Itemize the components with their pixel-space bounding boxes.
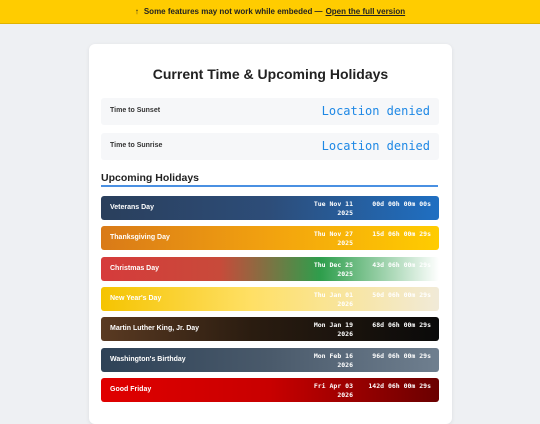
- holiday-row-good-friday: Good Friday Fri Apr 03 2026 142d 06h 00m …: [101, 378, 439, 402]
- holiday-name: New Year's Day: [110, 295, 162, 302]
- holiday-name: Thanksgiving Day: [110, 234, 170, 241]
- page-title: Current Time & Upcoming Holidays: [152, 66, 389, 82]
- sunrise-label: Time to Sunrise: [110, 142, 163, 149]
- holiday-countdown: 50d 06h 00m 29s: [372, 291, 431, 299]
- holiday-date: Tue Nov 11 2025: [313, 200, 353, 217]
- holiday-name: Christmas Day: [110, 265, 160, 272]
- holiday-name: Martin Luther King, Jr. Day: [110, 325, 200, 332]
- holiday-countdown: 00d 00h 00m 00s: [372, 200, 431, 208]
- holiday-countdown: 142d 06h 00m 29s: [368, 382, 431, 390]
- holiday-row-washingtons-birthday: Washington's Birthday Mon Feb 16 2026 96d…: [101, 348, 439, 372]
- holiday-countdown: 68d 06h 00m 29s: [372, 321, 431, 329]
- holiday-date: Thu Jan 01 2026: [313, 291, 353, 308]
- up-arrow-icon: ↑: [134, 7, 139, 16]
- sunrise-value: Location denied: [321, 139, 430, 153]
- holiday-countdown: 96d 06h 00m 29s: [372, 352, 431, 360]
- holidays-heading-underline: [101, 185, 438, 187]
- holiday-date: Mon Feb 16 2026: [313, 352, 353, 369]
- main-card: Current Time & Upcoming Holidays Time to…: [89, 44, 452, 424]
- sunset-label: Time to Sunset: [110, 107, 161, 114]
- holiday-countdown: 15d 06h 00m 29s: [372, 230, 431, 238]
- holiday-row-mlk-day: Martin Luther King, Jr. Day Mon Jan 19 20…: [101, 317, 439, 341]
- holiday-row-veterans-day: Veterans Day Tue Nov 11 2025 00d 00h 00m …: [101, 196, 439, 220]
- holiday-name: Veterans Day: [110, 204, 154, 211]
- holiday-date: Mon Jan 19 2026: [313, 321, 353, 338]
- holiday-row-new-years-day: New Year's Day Thu Jan 01 2026 50d 06h 00…: [101, 287, 439, 311]
- holiday-date: Thu Nov 27 2025: [313, 230, 353, 247]
- embed-warning-banner: ↑ Some features may not work while embed…: [0, 0, 540, 24]
- holiday-name: Good Friday: [110, 386, 152, 393]
- sunset-row: Time to Sunset Location denied: [101, 98, 439, 125]
- holiday-row-christmas-day: Christmas Day Thu Dec 25 2025 43d 06h 00m…: [101, 257, 439, 281]
- banner-message: Some features may not work while embeded…: [143, 7, 323, 16]
- holiday-name: Washington's Birthday: [110, 356, 186, 363]
- sunrise-row: Time to Sunrise Location denied: [101, 133, 439, 160]
- open-full-version-link[interactable]: Open the full version: [326, 7, 406, 16]
- holiday-countdown: 43d 06h 00m 29s: [372, 261, 431, 269]
- holidays-heading: Upcoming Holidays: [101, 172, 200, 184]
- holiday-date: Thu Dec 25 2025: [313, 261, 353, 278]
- holiday-row-thanksgiving-day: Thanksgiving Day Thu Nov 27 2025 15d 06h …: [101, 226, 439, 250]
- holiday-date: Fri Apr 03 2026: [313, 382, 353, 399]
- sunset-value: Location denied: [321, 104, 430, 118]
